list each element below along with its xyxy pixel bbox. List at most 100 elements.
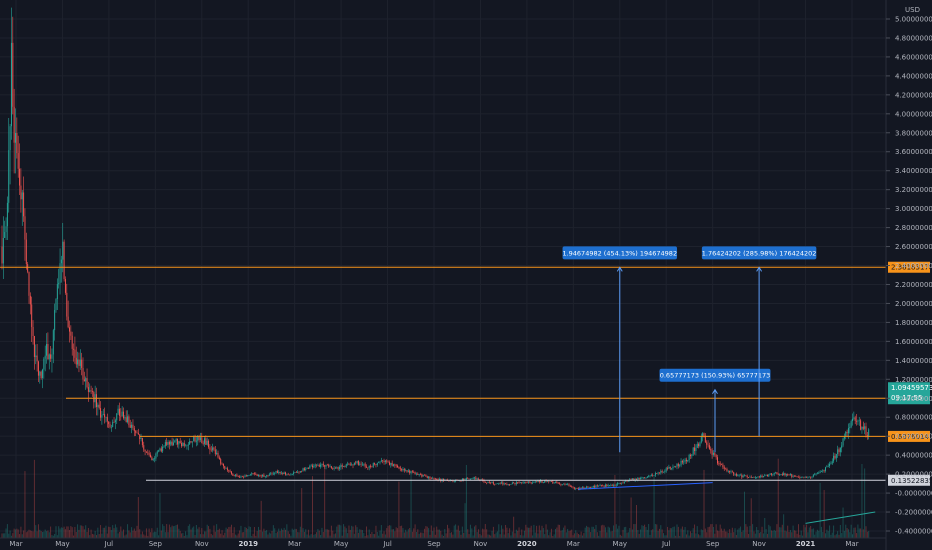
candle-body [853,417,855,419]
candle-body [523,482,525,483]
candle-body [24,216,26,240]
volume-bar [860,528,862,538]
candle-body [237,475,239,477]
volume-bar [420,532,421,538]
volume-bar [455,524,457,538]
price-tick-label: 3.80000000 [895,129,932,137]
candle-body [113,421,115,423]
candle-body [104,414,106,418]
candle-body [29,295,31,305]
volume-bar [235,534,237,538]
volume-bar [496,531,498,538]
volume-bar [155,531,157,538]
candle-body [515,482,517,485]
candle-body [282,472,284,474]
candle-body [179,441,181,444]
candle-body [518,482,520,483]
volume-bar [379,530,381,538]
price-tick-label: 2.80000000 [895,224,932,232]
candle-body [141,437,143,446]
candle-body [741,474,743,478]
candle-body [522,482,524,483]
candle-body [465,478,467,480]
candle-body [490,482,492,484]
candle-body [356,460,358,463]
volume-bar [23,530,25,538]
volume-bar [603,525,605,538]
candle-body [46,344,48,356]
candle-body [190,441,192,443]
candle-body [349,464,351,466]
volume-bar [152,532,154,538]
volume-bar [738,528,740,538]
candle-body [330,466,332,468]
candle-body [235,474,237,476]
candle-body [822,470,824,472]
candle-body [823,470,825,471]
candle-body [528,481,529,483]
volume-bar [332,530,334,538]
candle-body [56,284,58,300]
candle-body [711,450,713,455]
volume-bar [401,525,403,538]
candle-body [361,463,363,465]
candle-body [534,481,536,483]
volume-bar [231,524,232,538]
volume-bar [32,531,34,538]
volume-bar [789,529,791,538]
volume-bar [672,526,674,538]
candle-body [672,466,674,469]
price-tick-label: 3.60000000 [895,148,932,156]
volume-bar [783,514,785,538]
volume-bar [807,532,809,538]
candle-body [25,239,27,265]
volume-bar [777,458,779,538]
volume-bar [609,527,610,538]
candle-body [600,485,602,486]
volume-bar [425,526,427,538]
candle-body [459,480,461,482]
price-chart[interactable]: 2.381831780.607601470.135228351.09459573… [0,0,932,550]
candle-body [472,478,474,479]
volume-bar [368,529,370,538]
volume-bar [652,529,654,538]
candle-body [760,475,762,477]
volume-bar [74,526,76,538]
candle-body [673,466,675,468]
volume-bar [244,526,246,538]
volume-bar [25,532,27,538]
candle-body [193,437,195,442]
candle-body [405,470,407,471]
candle-body [818,472,820,474]
volume-bar [12,533,14,538]
volume-bar [727,533,729,538]
candle-body [172,442,174,446]
candle-body [283,472,285,474]
volume-bar [132,530,134,538]
candle-body [690,454,691,457]
volume-bar [48,532,50,538]
candle-body [471,478,473,479]
candle-body [726,468,728,472]
volume-bar [764,517,766,538]
volume-bar [660,525,662,538]
volume-bar [657,531,659,538]
volume-bar [571,529,573,538]
volume-bar [162,524,164,538]
volume-bar [86,531,88,538]
candle-body [158,450,160,452]
candle-body [507,484,509,485]
volume-bar [523,530,525,538]
volume-bar [739,526,741,538]
volume-bar [69,530,70,538]
candle-body [703,433,705,436]
candle-body [226,468,228,471]
volume-bar [518,527,520,538]
candle-body [218,457,220,460]
volume-bar [575,530,577,538]
volume-bar [259,529,261,538]
candle-body [664,471,666,473]
volume-bar [432,531,434,538]
candle-body [326,464,328,466]
candle-body [725,468,727,470]
